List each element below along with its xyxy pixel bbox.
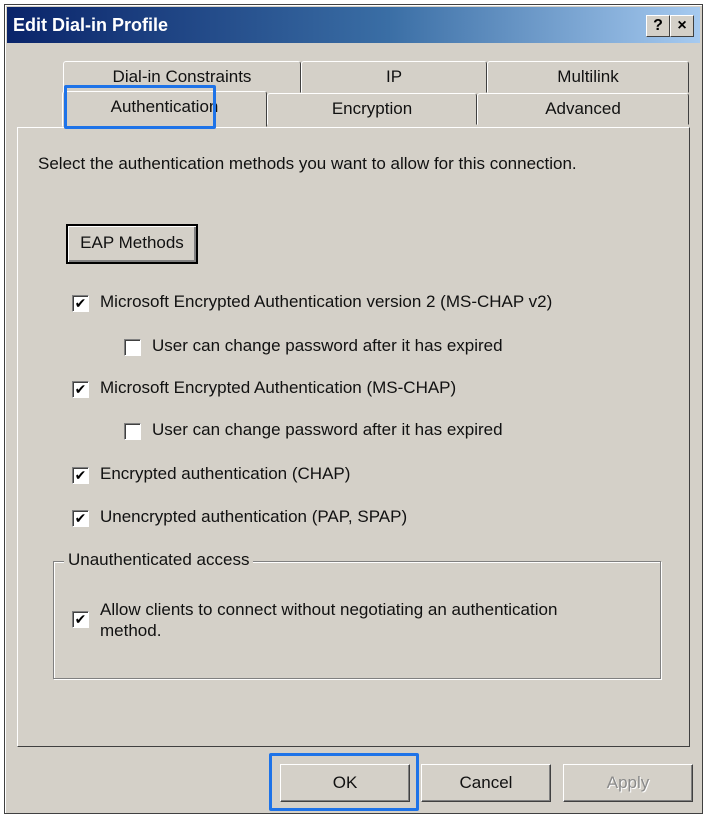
cancel-button[interactable]: Cancel [421,764,551,802]
ms-chap-label: Microsoft Encrypted Authentication (MS-C… [100,378,457,397]
ms-chap-change-password-checkbox[interactable] [124,423,141,440]
apply-button[interactable]: Apply [563,764,693,802]
window-title: Edit Dial-in Profile [13,15,169,35]
ms-chap-v2-change-password-checkbox[interactable] [124,339,141,356]
allow-unauthenticated-checkbox[interactable]: ✔ [72,611,89,628]
tab-encryption[interactable]: Encryption [267,93,477,125]
authentication-panel: Select the authentication methods you wa… [17,127,690,747]
pap-spap-label: Unencrypted authentication (PAP, SPAP) [100,507,408,526]
ms-chap-v2-label: Microsoft Encrypted Authentication versi… [100,292,553,311]
ms-chap-v2-change-password-label: User can change password after it has ex… [152,336,503,355]
ms-chap-checkbox[interactable]: ✔ [72,381,89,398]
chap-checkbox[interactable]: ✔ [72,467,89,484]
ms-chap-v2-checkbox[interactable]: ✔ [72,295,89,312]
unauthenticated-access-group: Unauthenticated access ✔ Allow clients t… [53,550,661,679]
allow-unauthenticated-label-line1: Allow clients to connect without negotia… [100,600,558,619]
allow-unauthenticated-label-line2: method. [100,621,162,640]
tab-multilink[interactable]: Multilink [487,61,689,93]
ok-button[interactable]: OK [280,764,410,802]
title-bar: Edit Dial-in Profile ? × [7,7,700,43]
tab-advanced[interactable]: Advanced [477,93,689,125]
instruction-text: Select the authentication methods you wa… [38,154,577,173]
close-button[interactable]: × [670,15,694,37]
ms-chap-change-password-label: User can change password after it has ex… [152,420,503,439]
tab-dial-in-constraints[interactable]: Dial-in Constraints [63,61,301,93]
tab-ip[interactable]: IP [301,61,487,93]
chap-label: Encrypted authentication (CHAP) [100,464,351,483]
pap-spap-checkbox[interactable]: ✔ [72,510,89,527]
help-button[interactable]: ? [646,15,670,37]
edit-dial-in-profile-dialog: Edit Dial-in Profile ? × Dial-in Constra… [4,4,703,814]
eap-methods-button[interactable]: EAP Methods [66,224,198,264]
group-title: Unauthenticated access [64,550,254,570]
tab-authentication[interactable]: Authentication [62,91,267,127]
